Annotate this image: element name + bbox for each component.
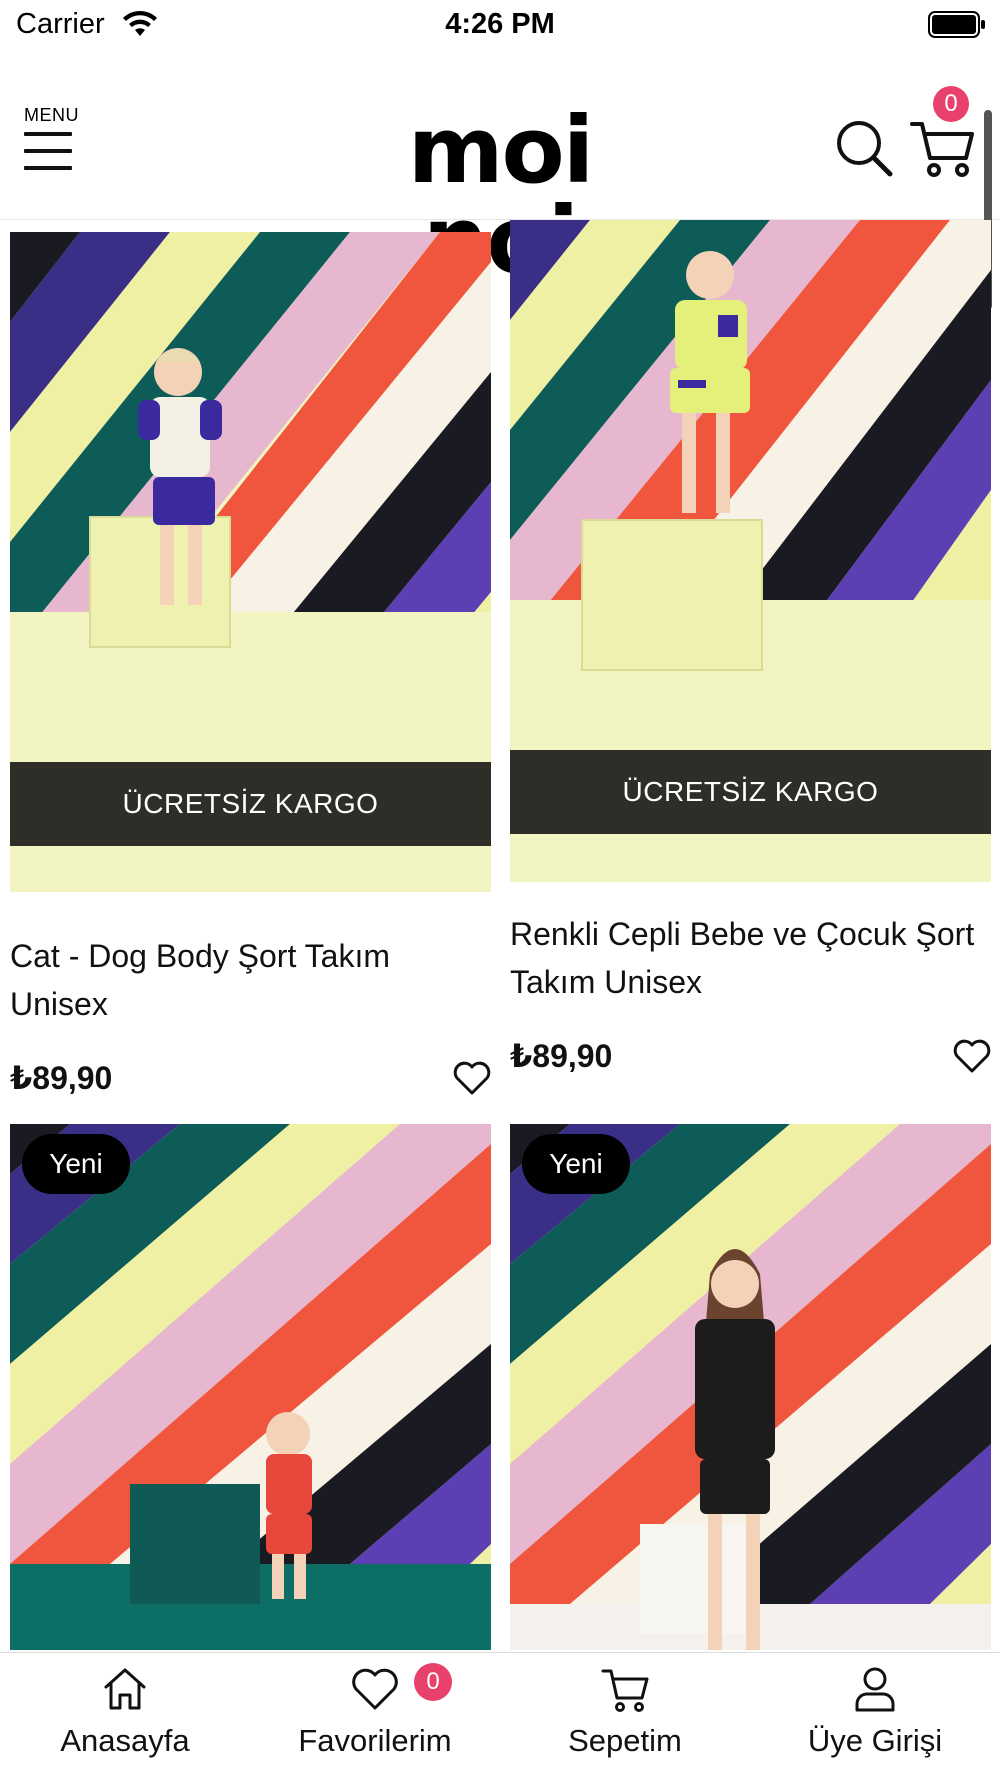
brand-logo[interactable]: moi noi xyxy=(352,105,648,287)
product-image[interactable]: ÜCRETSİZ KARGO xyxy=(10,232,491,892)
favorites-count-badge: 0 xyxy=(414,1663,452,1701)
cart-count-badge: 0 xyxy=(933,86,969,122)
product-title[interactable]: Renkli Cepli Bebe ve Çocuk Şort Takım Un… xyxy=(510,910,980,1006)
price-row: ₺89,90 xyxy=(10,1054,491,1102)
free-shipping-banner: ÜCRETSİZ KARGO xyxy=(10,762,491,846)
product-price: ₺89,90 xyxy=(510,1038,613,1074)
product-info: Renkli Cepli Bebe ve Çocuk Şort Takım Un… xyxy=(510,882,991,1080)
heart-icon xyxy=(352,1668,398,1710)
tab-home[interactable]: Anasayfa xyxy=(0,1653,250,1778)
app-header: MENU moi noi 0 xyxy=(0,50,1000,287)
product-image[interactable]: Yeni xyxy=(510,1124,991,1650)
product-card[interactable]: Yeni xyxy=(510,1124,991,1650)
product-grid: ÜCRETSİZ KARGO Cat - Dog Body Şort Takım… xyxy=(0,220,1000,1650)
product-title[interactable]: Cat - Dog Body Şort Takım Unisex xyxy=(10,932,480,1028)
tab-cart[interactable]: Sepetim xyxy=(500,1653,750,1778)
cart-icon xyxy=(601,1669,649,1712)
menu-label: MENU xyxy=(24,105,79,125)
product-photo xyxy=(510,1124,991,1650)
hamburger-icon xyxy=(24,132,72,172)
favorite-heart-icon[interactable] xyxy=(953,1038,991,1074)
product-card[interactable]: ÜCRETSİZ KARGO xyxy=(510,220,991,882)
tab-favorites-label: Favorilerim xyxy=(298,1723,452,1758)
price-row: ₺89,90 xyxy=(510,1032,991,1080)
product-image[interactable]: Yeni xyxy=(10,1124,491,1650)
product-price: ₺89,90 xyxy=(10,1060,113,1096)
bottom-tab-bar: Anasayfa Favorilerim 0 Sepetim Üye Giriş… xyxy=(0,1652,1000,1778)
product-card[interactable]: Yeni xyxy=(10,1124,491,1650)
product-image[interactable]: ÜCRETSİZ KARGO xyxy=(510,220,991,882)
favorite-heart-icon[interactable] xyxy=(453,1060,491,1096)
home-icon xyxy=(104,1668,146,1710)
cart-icon[interactable] xyxy=(910,118,976,178)
new-badge: Yeni xyxy=(22,1134,130,1194)
status-time: 4:26 PM xyxy=(445,8,555,40)
tab-account[interactable]: Üye Girişi xyxy=(750,1653,1000,1778)
tab-account-label: Üye Girişi xyxy=(807,1723,943,1758)
free-shipping-banner: ÜCRETSİZ KARGO xyxy=(510,750,991,834)
menu-button[interactable]: MENU xyxy=(24,105,84,172)
new-badge: Yeni xyxy=(522,1134,630,1194)
search-icon[interactable] xyxy=(834,118,894,178)
tab-home-label: Anasayfa xyxy=(60,1723,190,1758)
battery-icon xyxy=(928,11,985,38)
user-icon xyxy=(855,1667,895,1712)
status-bar: Carrier 4:26 PM xyxy=(0,0,1000,50)
product-photo xyxy=(10,1124,491,1650)
tab-cart-label: Sepetim xyxy=(568,1723,682,1758)
product-card[interactable]: ÜCRETSİZ KARGO Cat - Dog Body Şort Takım… xyxy=(10,232,491,1102)
tab-favorites[interactable]: Favorilerim xyxy=(250,1653,500,1778)
